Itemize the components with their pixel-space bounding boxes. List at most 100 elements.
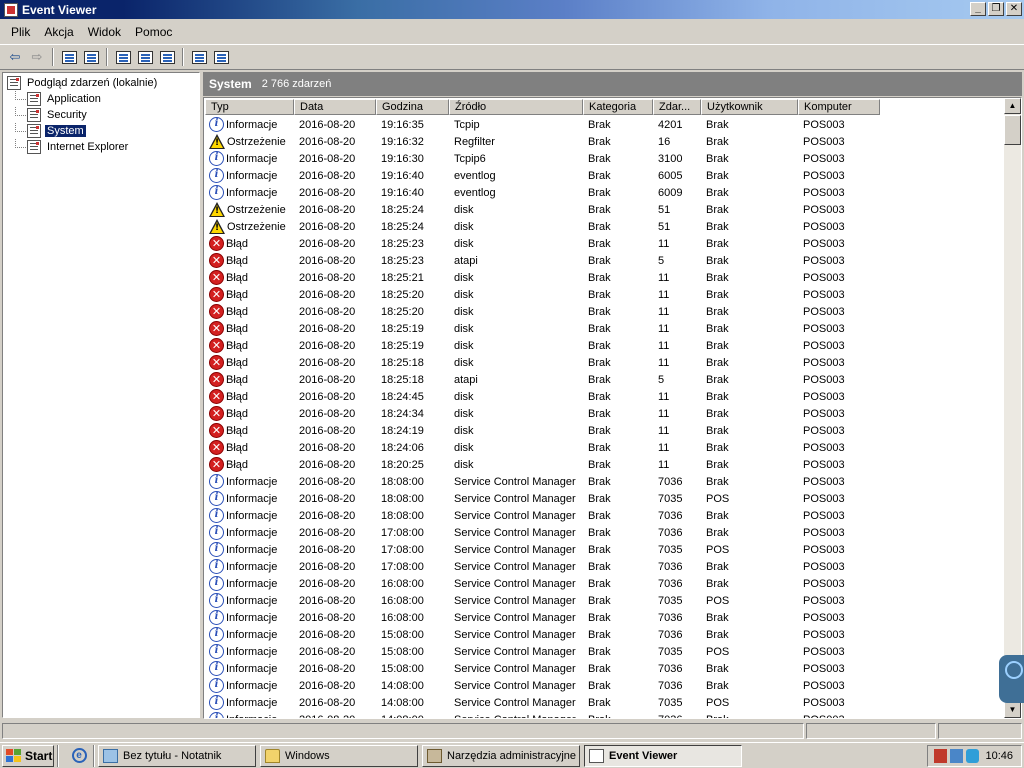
title-bar[interactable]: Event Viewer _ ❐ ✕ [0, 0, 1024, 19]
show-action-pane-button[interactable] [210, 46, 232, 68]
task-admin-tools[interactable]: Narzędzia administracyjne [422, 744, 580, 767]
error-icon: ✕ [209, 304, 224, 319]
cell-godzina: 18:25:18 [381, 373, 424, 386]
event-viewer-app-icon[interactable] [4, 2, 18, 17]
quick-launch-ie[interactable]: e [68, 745, 90, 767]
table-row[interactable]: i Informacje 2016-08-20 15:08:00 Service Con… [205, 626, 880, 643]
table-row[interactable]: ✕ Błąd 2016-08-20 18:24:45 disk Brak 11 Brak POS… [205, 388, 880, 405]
table-row[interactable]: ✕ Błąd 2016-08-20 18:24:34 disk Brak 11 Brak POS… [205, 405, 880, 422]
network-icon[interactable] [950, 749, 963, 763]
vertical-scrollbar[interactable]: ▲ ▼ [1004, 98, 1021, 718]
menu-plik[interactable]: Plik [4, 23, 37, 41]
tree-item-internet-explorer[interactable]: Internet Explorer [3, 139, 199, 155]
table-row[interactable]: iInformacje2016-08-2014:08:00Service Con… [205, 677, 880, 694]
table-row[interactable]: i Informacje 2016-08-20 17:08:00 Service Con… [205, 541, 880, 558]
cell-komputer: POS003 [803, 152, 845, 165]
restore-button[interactable]: ❐ [988, 2, 1004, 16]
table-row[interactable]: ✕ Błąd 2016-08-20 18:25:20 disk Brak 11 Brak POS… [205, 286, 880, 303]
refresh-button[interactable] [134, 46, 156, 68]
table-row[interactable]: ✕ Błąd 2016-08-20 18:25:19 disk Brak 11 Brak POS… [205, 337, 880, 354]
table-row[interactable]: i Informacje 2016-08-20 17:08:00 Service Con… [205, 558, 880, 575]
cell-data: 2016-08-20 [299, 492, 356, 505]
console-tree[interactable]: Podgląd zdarzeń (lokalnie) Application S… [2, 72, 200, 718]
cell-zrodlo: Service Control Manager [454, 679, 576, 692]
table-row[interactable]: i Informacje 2016-08-20 16:08:00 Service Con… [205, 609, 880, 626]
column-header-zdarzenie[interactable]: Zdar... [653, 99, 701, 115]
scroll-down-button[interactable]: ▼ [1004, 702, 1021, 718]
task-event-viewer[interactable]: Event Viewer [584, 744, 742, 767]
close-button[interactable]: ✕ [1006, 2, 1022, 16]
security-shield-icon[interactable] [966, 749, 979, 763]
show-hide-tree-button[interactable] [80, 46, 102, 68]
table-row[interactable]: ✕ Błąd 2016-08-20 18:25:20 disk Brak 11 Brak POS… [205, 303, 880, 320]
table-row[interactable]: ! Ostrzeżenie 2016-08-20 19:16:32 Regfilter B… [205, 133, 880, 150]
tree-item-security[interactable]: Security [3, 107, 199, 123]
table-row[interactable]: ✕ Błąd 2016-08-20 18:24:19 disk Brak 11 Brak POS… [205, 422, 880, 439]
forward-button[interactable]: ⇨ [26, 46, 48, 68]
tree-item-application[interactable]: Application [3, 91, 199, 107]
table-row[interactable]: iInformacje2016-08-2014:08:00Service Con… [205, 694, 880, 711]
start-button[interactable]: Start [2, 744, 54, 767]
back-button[interactable]: ⇦ [4, 46, 26, 68]
table-row[interactable]: i Informacje 2016-08-20 19:16:40 eventlog Bra… [205, 167, 880, 184]
table-row[interactable]: ✕ Błąd 2016-08-20 18:25:21 disk Brak 11 Brak POS… [205, 269, 880, 286]
column-header-godzina[interactable]: Godzina [376, 99, 449, 115]
help-button[interactable] [188, 46, 210, 68]
table-row[interactable]: i Informacje 2016-08-20 19:16:40 eventlog Bra… [205, 184, 880, 201]
scroll-thumb[interactable] [1004, 115, 1021, 145]
table-row[interactable]: ! Ostrzeżenie 2016-08-20 18:25:24 disk Brak 51… [205, 201, 880, 218]
table-row[interactable]: ✕ Błąd 2016-08-20 18:25:18 atapi Brak 5 Brak POS… [205, 371, 880, 388]
error-icon: ✕ [209, 355, 224, 370]
table-row[interactable]: ! Ostrzeżenie 2016-08-20 18:25:24 disk Brak 51… [205, 218, 880, 235]
column-header-uzytkownik[interactable]: Użytkownik [701, 99, 798, 115]
export-list-button[interactable] [156, 46, 178, 68]
side-widget-icon[interactable] [999, 655, 1024, 703]
column-header-data[interactable]: Data [294, 99, 376, 115]
scroll-up-button[interactable]: ▲ [1004, 98, 1021, 114]
table-row[interactable]: i Informacje 2016-08-20 18:08:00 Service Con… [205, 473, 880, 490]
cell-kategoria: Brak [588, 475, 611, 488]
table-row[interactable]: i Informacje 2016-08-20 17:08:00 Service Con… [205, 524, 880, 541]
speaker-icon[interactable] [934, 749, 947, 763]
table-row[interactable]: ✕ Błąd 2016-08-20 18:24:06 disk Brak 11 Brak POS… [205, 439, 880, 456]
refresh-icon [137, 50, 153, 64]
cell-data: 2016-08-20 [299, 203, 356, 216]
menu-widok[interactable]: Widok [81, 23, 128, 41]
status-panel [806, 723, 936, 739]
column-header-typ[interactable]: Typ [205, 99, 294, 115]
table-row[interactable]: i Informacje 2016-08-20 19:16:35 Tcpip Brak 42… [205, 116, 880, 133]
table-row[interactable]: ✕ Błąd 2016-08-20 18:25:19 disk Brak 11 Brak POS… [205, 320, 880, 337]
table-row[interactable]: i Informacje 2016-08-20 19:16:30 Tcpip6 Brak 3… [205, 150, 880, 167]
table-row[interactable]: ✕ Błąd 2016-08-20 18:25:23 disk Brak 11 Brak POS… [205, 235, 880, 252]
cell-uzytkownik: Brak [706, 407, 729, 420]
menu-pomoc[interactable]: Pomoc [128, 23, 179, 41]
cell-godzina: 18:24:34 [381, 407, 424, 420]
clock[interactable]: 10:46 [985, 750, 1013, 762]
task-notepad[interactable]: Bez tytułu - Notatnik [98, 744, 256, 767]
table-row[interactable]: iInformacje2016-08-2014:08:00Service Con… [205, 711, 880, 718]
properties-button[interactable] [112, 46, 134, 68]
cell-zrodlo: Service Control Manager [454, 628, 576, 641]
menu-akcja[interactable]: Akcja [37, 23, 80, 41]
column-header-kategoria[interactable]: Kategoria [583, 99, 653, 115]
table-row[interactable]: ✕ Błąd 2016-08-20 18:25:23 atapi Brak 5 Brak POS… [205, 252, 880, 269]
table-row[interactable]: i Informacje 2016-08-20 18:08:00 Service Con… [205, 507, 880, 524]
table-row[interactable]: i Informacje 2016-08-20 18:08:00 Service Con… [205, 490, 880, 507]
event-list[interactable]: Typ Data Godzina Źródło Kategoria Zdar..… [203, 97, 1022, 719]
table-row[interactable]: ✕ Błąd 2016-08-20 18:20:25 disk Brak 11 Brak POS… [205, 456, 880, 473]
cell-komputer: POS003 [803, 560, 845, 573]
table-row[interactable]: i Informacje 2016-08-20 15:08:00 Service Con… [205, 643, 880, 660]
table-row[interactable]: ✕ Błąd 2016-08-20 18:25:18 disk Brak 11 Brak POS… [205, 354, 880, 371]
tree-item-root[interactable]: Podgląd zdarzeń (lokalnie) [3, 75, 199, 91]
table-row[interactable]: i Informacje 2016-08-20 16:08:00 Service Con… [205, 592, 880, 609]
task-windows[interactable]: Windows [260, 744, 418, 767]
cell-komputer: POS003 [803, 271, 845, 284]
column-header-zrodlo[interactable]: Źródło [449, 99, 583, 115]
tree-item-system[interactable]: System [3, 123, 199, 139]
column-header-komputer[interactable]: Komputer [798, 99, 880, 115]
table-row[interactable]: i Informacje 2016-08-20 16:08:00 Service Con… [205, 575, 880, 592]
minimize-button[interactable]: _ [970, 2, 986, 16]
table-row[interactable]: i Informacje 2016-08-20 15:08:00 Service Con… [205, 660, 880, 677]
cell-data: 2016-08-20 [299, 220, 356, 233]
up-one-level-button[interactable] [58, 46, 80, 68]
